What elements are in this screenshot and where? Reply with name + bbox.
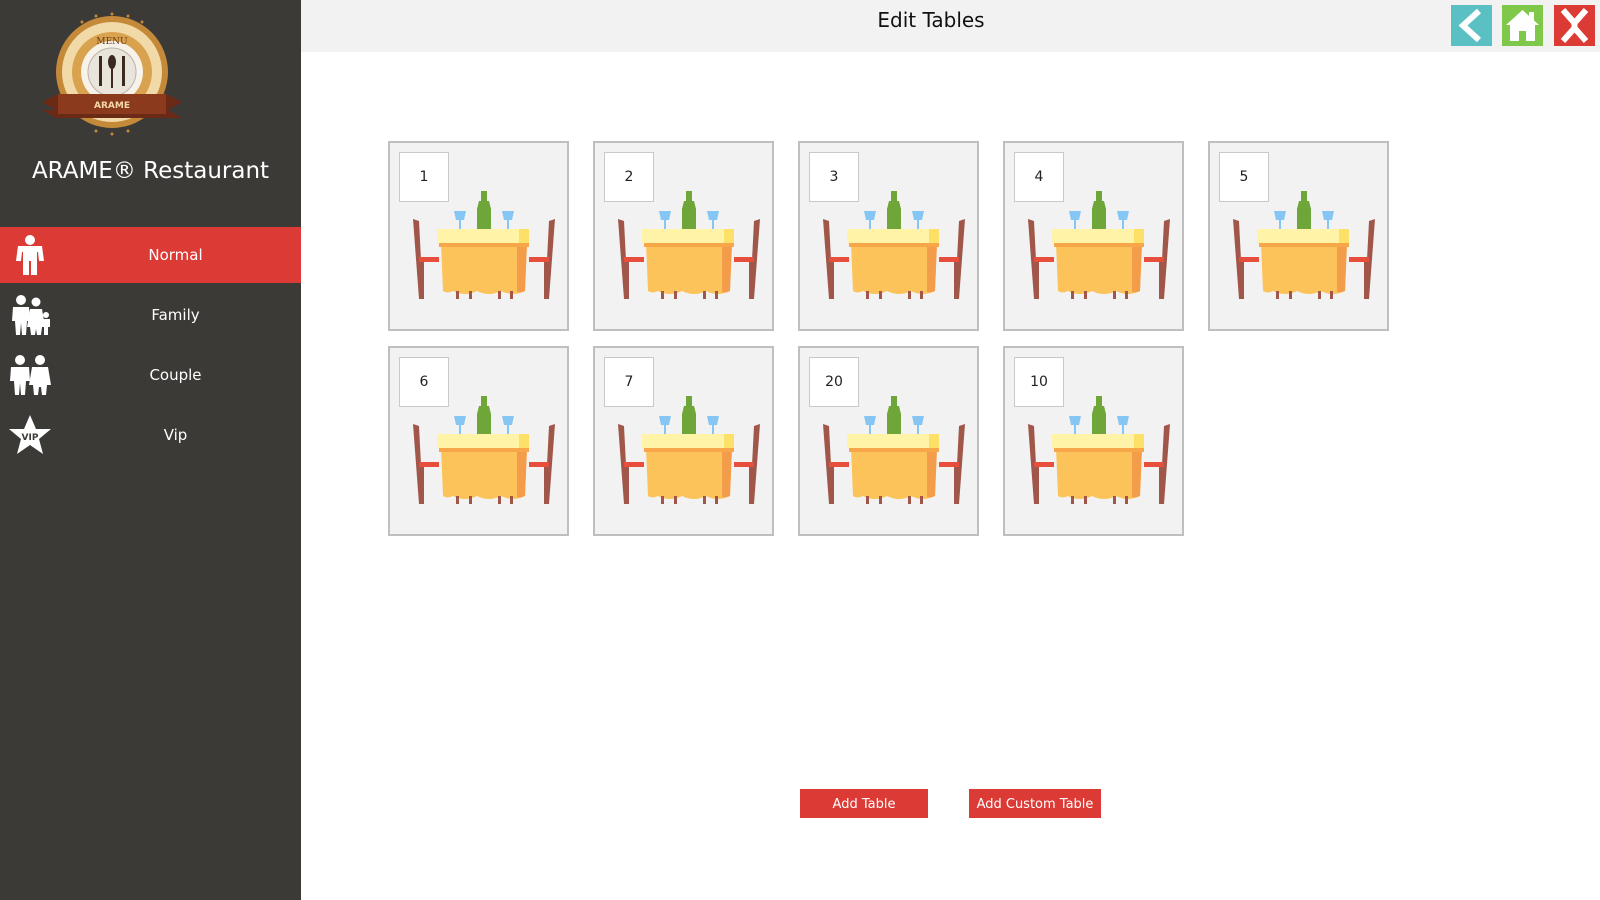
sidebar-item-family[interactable]: Family [0, 287, 301, 343]
table-card-20[interactable]: 20 [798, 346, 979, 536]
page-title: Edit Tables [877, 8, 985, 32]
table-card-4[interactable]: 4 [1003, 141, 1184, 331]
sidebar-item-label: Couple [149, 366, 202, 384]
table-card-10[interactable]: 10 [1003, 346, 1184, 536]
svg-text:VIP: VIP [22, 433, 39, 443]
dining-table-icon [614, 191, 764, 303]
couple-icon [10, 355, 51, 395]
dining-table-icon [819, 191, 969, 303]
table-card-7[interactable]: 7 [593, 346, 774, 536]
sidebar: MENU ARAME ARAME® Restaurant Normal Fami… [0, 0, 301, 900]
table-card-2[interactable]: 2 [593, 141, 774, 331]
back-arrow-icon [1458, 8, 1482, 43]
logo-top-text: MENU [96, 37, 128, 47]
dining-table-icon [409, 191, 559, 303]
dining-table-icon [1229, 191, 1379, 303]
category-nav: Normal Family Couple VIP Vip [0, 227, 301, 467]
add-table-button[interactable]: Add Table [800, 789, 928, 818]
family-icon [12, 295, 50, 335]
sidebar-item-label: Vip [163, 426, 188, 444]
dining-table-icon [1024, 396, 1174, 508]
sidebar-item-label: Family [151, 306, 200, 324]
back-button[interactable] [1451, 5, 1492, 46]
sidebar-item-couple[interactable]: Couple [0, 347, 301, 403]
restaurant-logo: MENU ARAME [42, 12, 182, 136]
person-icon [16, 235, 44, 275]
brand-name: ARAME® Restaurant [31, 158, 270, 184]
dining-table-icon [614, 396, 764, 508]
table-card-5[interactable]: 5 [1208, 141, 1389, 331]
dining-table-icon [819, 396, 969, 508]
sidebar-item-vip[interactable]: VIP Vip [0, 407, 301, 463]
home-button[interactable] [1502, 5, 1543, 46]
title-bar: Edit Tables [301, 0, 1600, 52]
sidebar-item-normal[interactable]: Normal [0, 227, 301, 283]
close-x-icon [1560, 8, 1589, 43]
vip-star-icon: VIP [9, 415, 51, 454]
add-custom-table-button[interactable]: Add Custom Table [969, 789, 1101, 818]
table-card-6[interactable]: 6 [388, 346, 569, 536]
sidebar-item-label: Normal [148, 246, 203, 264]
dining-table-icon [1024, 191, 1174, 303]
close-button[interactable] [1554, 5, 1595, 46]
dining-table-icon [409, 396, 559, 508]
table-card-3[interactable]: 3 [798, 141, 979, 331]
home-icon [1506, 10, 1539, 41]
logo-ribbon-text: ARAME [94, 101, 130, 111]
table-card-1[interactable]: 1 [388, 141, 569, 331]
